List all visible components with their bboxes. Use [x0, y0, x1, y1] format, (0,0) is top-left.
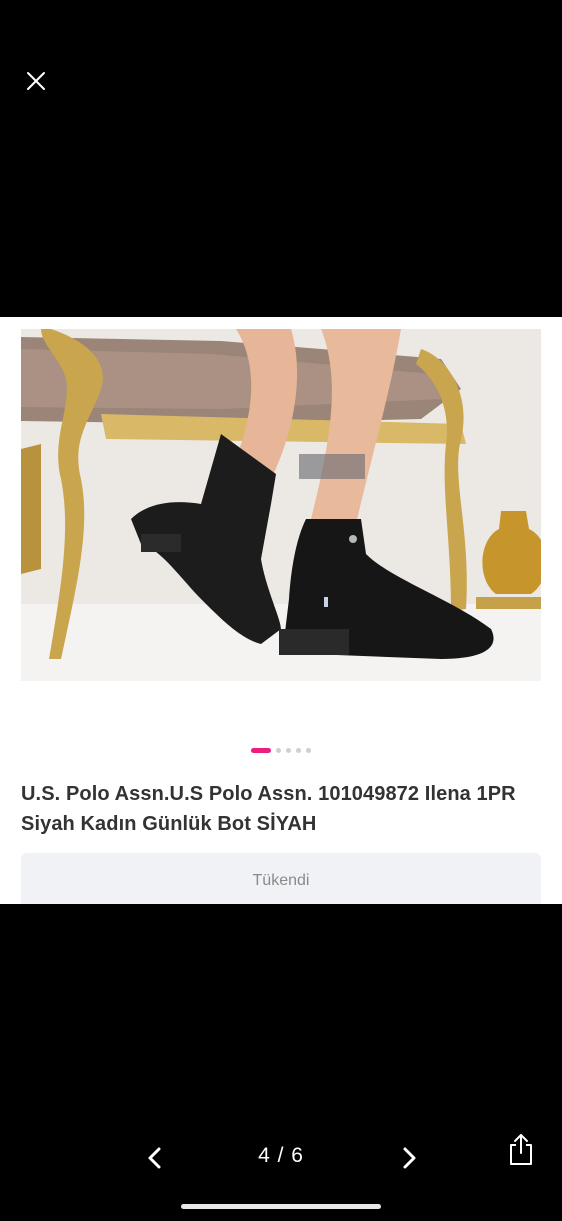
- carousel-dot[interactable]: [296, 747, 301, 753]
- close-icon: [27, 72, 45, 90]
- carousel-dot[interactable]: [276, 747, 281, 753]
- carousel-dot[interactable]: [286, 747, 291, 753]
- carousel-dot-active[interactable]: [251, 747, 271, 753]
- share-icon: [510, 1134, 532, 1165]
- chevron-right-icon: [403, 1147, 416, 1169]
- carousel-dots: [0, 747, 562, 753]
- home-indicator[interactable]: [181, 1204, 381, 1209]
- next-button[interactable]: [394, 1143, 424, 1173]
- previous-button[interactable]: [140, 1143, 170, 1173]
- product-card: U.S. Polo Assn.U.S Polo Assn. 101049872 …: [0, 317, 562, 904]
- carousel-dot[interactable]: [306, 747, 311, 753]
- image-counter: 4 / 6: [258, 1144, 304, 1167]
- chevron-left-icon: [148, 1147, 161, 1169]
- product-photo[interactable]: [21, 329, 541, 681]
- close-button[interactable]: [22, 67, 50, 95]
- share-button[interactable]: [505, 1131, 537, 1167]
- sold-out-button[interactable]: Tükendi: [21, 853, 541, 904]
- product-title: U.S. Polo Assn.U.S Polo Assn. 101049872 …: [21, 783, 516, 835]
